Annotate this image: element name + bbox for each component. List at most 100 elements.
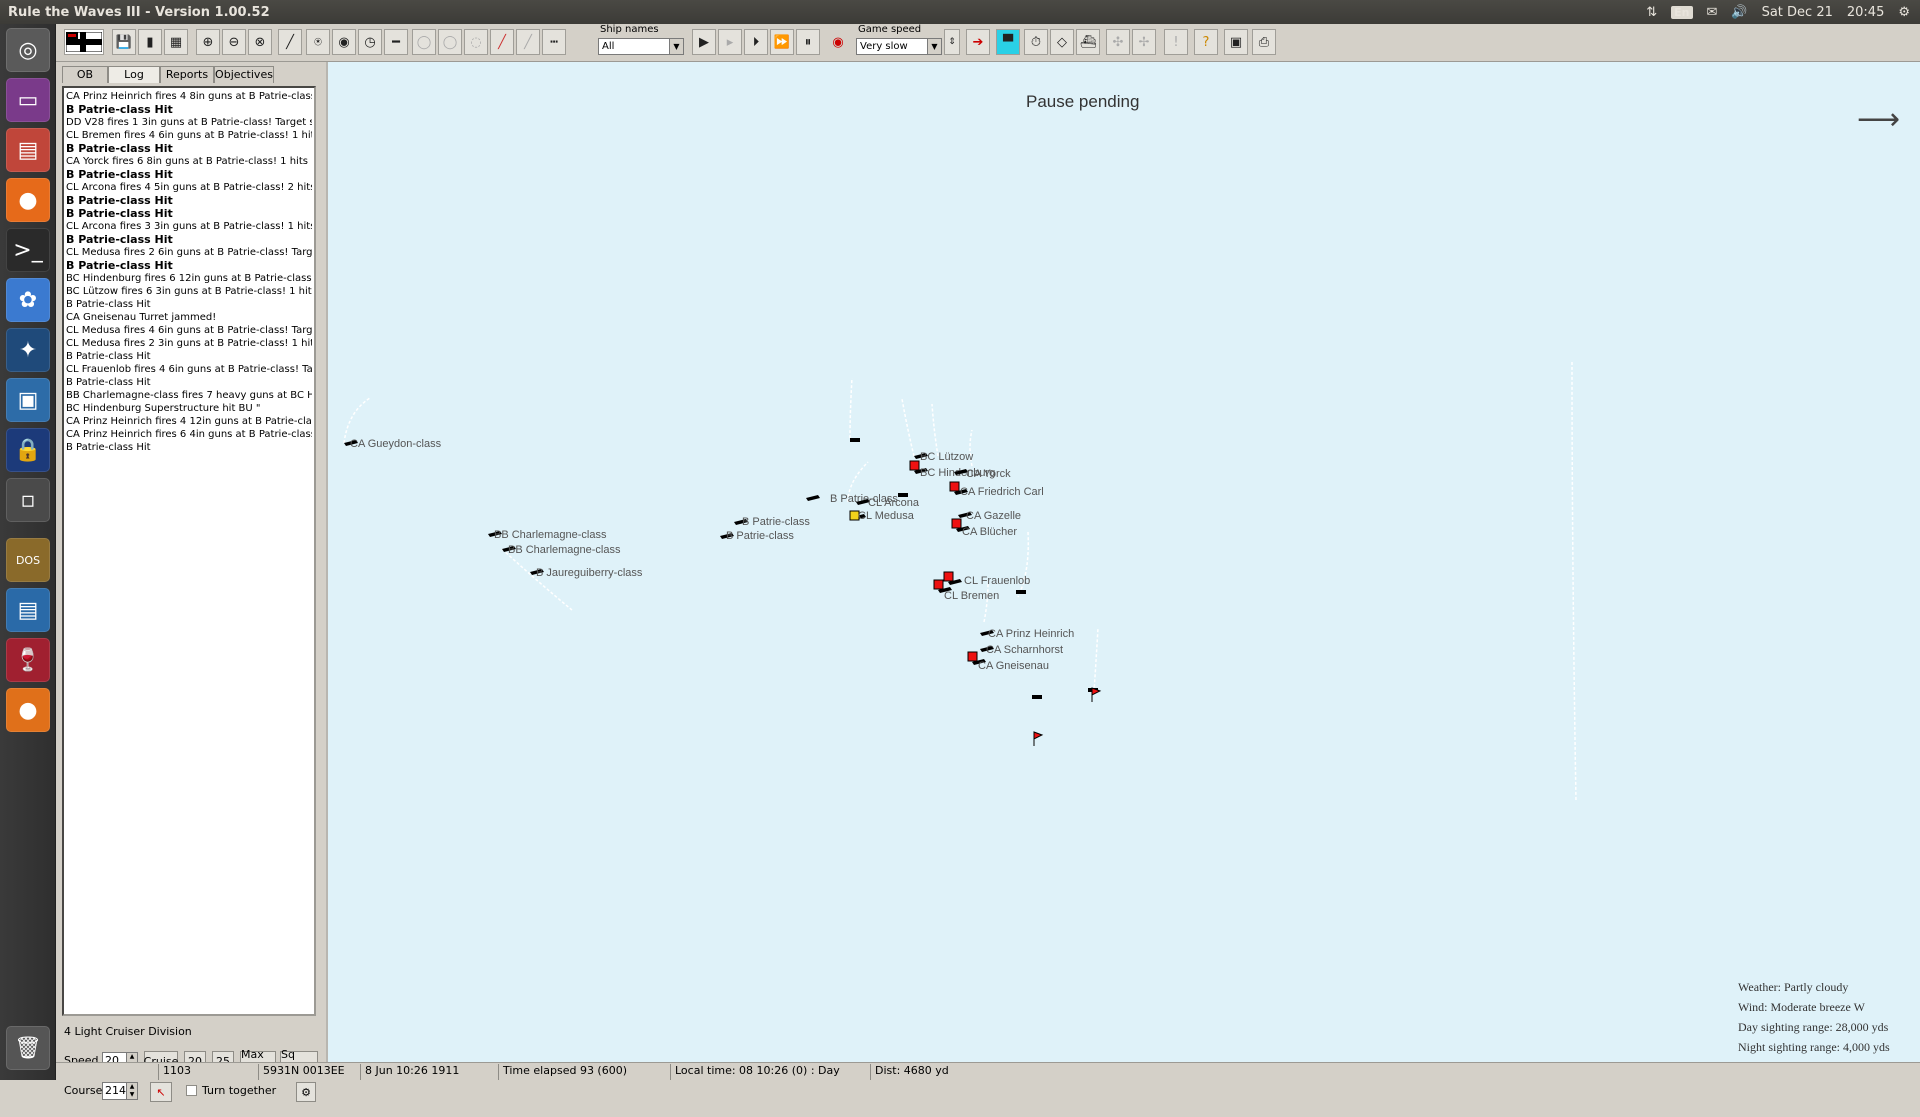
zoom-in-icon[interactable]: ⊕	[196, 29, 220, 55]
set-course-arrow-icon[interactable]: ↖	[150, 1082, 172, 1102]
files-icon[interactable]: ▭	[6, 78, 50, 122]
virtualbox-icon[interactable]: ▣	[6, 378, 50, 422]
mail-icon[interactable]: ✉	[1707, 5, 1718, 20]
sea-view-icon[interactable]: ▀	[996, 29, 1020, 55]
ship-names-select[interactable]: All ▼	[598, 38, 684, 55]
system-tray: ⇅ En ✉ 🔊 Sat Dec 21 20:45 ⚙	[1646, 5, 1910, 20]
map-canvas[interactable]: CA Gueydon-class BB Charlemagne-class BB C…	[328, 62, 1920, 1062]
tab-ob[interactable]: OB	[62, 66, 108, 83]
ship-label[interactable]: CA Scharnhorst	[986, 644, 1063, 656]
archive-icon[interactable]: ▤	[6, 128, 50, 172]
ship-label[interactable]: CA Prinz Heinrich	[988, 628, 1074, 640]
eraser-icon[interactable]: ◇	[1050, 29, 1074, 55]
stepper-arrows-icon[interactable]: ▲▼	[126, 1083, 137, 1099]
ship-label[interactable]: BC Lützow	[920, 451, 973, 463]
log-entry: B Patrie-class Hit	[66, 142, 173, 155]
wine-icon[interactable]: 🍷	[6, 638, 50, 682]
settings-gear-icon[interactable]: ⚙	[1898, 5, 1910, 20]
ship-marker[interactable]	[1032, 695, 1042, 699]
hit-flag-icon	[909, 460, 920, 471]
circle-dot-icon[interactable]: ◌	[464, 29, 488, 55]
steam-icon[interactable]: ✦	[6, 328, 50, 372]
keyboard-layout[interactable]: En	[1671, 5, 1693, 19]
clock-icon[interactable]: ◷	[358, 29, 382, 55]
firefox2-icon[interactable]: ●	[6, 688, 50, 732]
print-icon[interactable]: ⎙	[1252, 29, 1276, 55]
dash-icon[interactable]: ◎	[6, 28, 50, 72]
volume-icon[interactable]: 🔊	[1731, 5, 1747, 20]
record-icon[interactable]: ◉	[828, 29, 848, 55]
ship-label[interactable]: B Patrie-class	[742, 516, 810, 528]
game-speed-select[interactable]: Very slow ▼	[856, 38, 942, 55]
save-icon[interactable]: 💾	[112, 29, 136, 55]
ship-label[interactable]: CL Arcona	[868, 497, 920, 509]
timer-icon[interactable]: ⏱	[1024, 29, 1048, 55]
flag-icon[interactable]	[64, 29, 104, 55]
report-icon[interactable]: ▣	[1224, 29, 1248, 55]
zoom-out-icon[interactable]: ⊖	[222, 29, 246, 55]
step-icon[interactable]: ▸	[718, 29, 742, 55]
fast-icon[interactable]: ⏵	[744, 29, 768, 55]
document-icon[interactable]: ▤	[6, 588, 50, 632]
turn-together-checkbox[interactable]	[186, 1085, 197, 1096]
log-entry: CL Medusa fires 2 3in guns at B Patrie-c…	[66, 338, 312, 349]
terminal-icon[interactable]: >_	[6, 228, 50, 272]
split-icon[interactable]: ✣	[1106, 29, 1130, 55]
ship-label[interactable]: BB Charlemagne-class	[508, 544, 621, 556]
ship-marker[interactable]	[806, 495, 820, 501]
ship-label[interactable]: CL Bremen	[944, 590, 999, 602]
ship-label[interactable]: CA Yorck	[966, 468, 1011, 480]
ship-label[interactable]: CA Blücher	[962, 526, 1017, 538]
ship-label[interactable]: CA Gueydon-class	[350, 438, 442, 450]
ship-label[interactable]: CA Gazelle	[966, 510, 1021, 522]
red-line-icon[interactable]: ╱	[490, 29, 514, 55]
lock-icon[interactable]: 🔒	[6, 428, 50, 472]
battle-map[interactable]: Pause pending ⟶ CA Gueydon-class BB Charl…	[326, 62, 1920, 1062]
ship-label[interactable]: B Patrie-class	[726, 530, 794, 542]
dotted-line-icon[interactable]: ┅	[542, 29, 566, 55]
log-entry: BC Lützow fires 6 3in guns at B Patrie-c…	[66, 286, 312, 297]
join-icon[interactable]: ✢	[1132, 29, 1156, 55]
formation-icon[interactable]: ⍟	[306, 29, 330, 55]
trash-icon[interactable]: 🗑	[6, 1026, 50, 1070]
ship-label[interactable]: BB Charlemagne-class	[494, 529, 607, 541]
ship-marker[interactable]	[1016, 590, 1026, 594]
dosbox-icon[interactable]: DOS	[6, 538, 50, 582]
circle-icon[interactable]: ◯	[438, 29, 462, 55]
target-icon[interactable]: ◉	[332, 29, 356, 55]
ship-info-icon[interactable]: ▮	[138, 29, 162, 55]
ship-label[interactable]: B Jaureguiberry-class	[536, 567, 643, 579]
red-arrow-icon[interactable]: ➔	[966, 29, 990, 55]
damage-icon[interactable]: ▦	[164, 29, 188, 55]
ship-label[interactable]: CA Gneisenau	[978, 660, 1049, 672]
network-icon[interactable]: ⇅	[1646, 5, 1657, 20]
ship-label[interactable]: CL Medusa	[858, 510, 915, 522]
window-icon[interactable]: ▫	[6, 478, 50, 522]
info-icon[interactable]: !	[1164, 29, 1188, 55]
ship-marker[interactable]	[850, 438, 860, 442]
ship-label[interactable]: CL Frauenlob	[964, 575, 1030, 587]
course-stepper[interactable]: 214 ▲ ▼	[102, 1082, 138, 1100]
circle-green-icon[interactable]: ◯	[412, 29, 436, 55]
play-icon[interactable]: ▶	[692, 29, 716, 55]
firefox-icon[interactable]: ●	[6, 178, 50, 222]
zoom-fit-icon[interactable]: ⊗	[248, 29, 272, 55]
tab-reports[interactable]: Reports	[160, 66, 214, 83]
speed-spinner-icon[interactable]: ⇕	[944, 29, 960, 55]
help-icon[interactable]: ?	[1194, 29, 1218, 55]
options-gear-icon[interactable]: ⚙	[296, 1082, 316, 1102]
clock-date[interactable]: Sat Dec 21	[1762, 5, 1833, 20]
colors-icon[interactable]: ✿	[6, 278, 50, 322]
tab-log[interactable]: Log	[108, 66, 160, 83]
pause-icon[interactable]: ⏸	[796, 29, 820, 55]
tab-objectives[interactable]: Objectives	[214, 66, 274, 83]
pen-icon[interactable]: ╱	[516, 29, 540, 55]
ship-icon[interactable]: ⛴	[1076, 29, 1100, 55]
line-icon[interactable]: ━	[384, 29, 408, 55]
measure-icon[interactable]: ╱	[278, 29, 302, 55]
faster-icon[interactable]: ⏩	[770, 29, 794, 55]
hit-flag-icon	[1091, 687, 1102, 702]
clock-time[interactable]: 20:45	[1847, 5, 1884, 20]
ship-label[interactable]: CA Friedrich Carl	[960, 486, 1044, 498]
battle-log[interactable]: CA Prinz Heinrich fires 4 8in guns at B …	[62, 86, 316, 1016]
